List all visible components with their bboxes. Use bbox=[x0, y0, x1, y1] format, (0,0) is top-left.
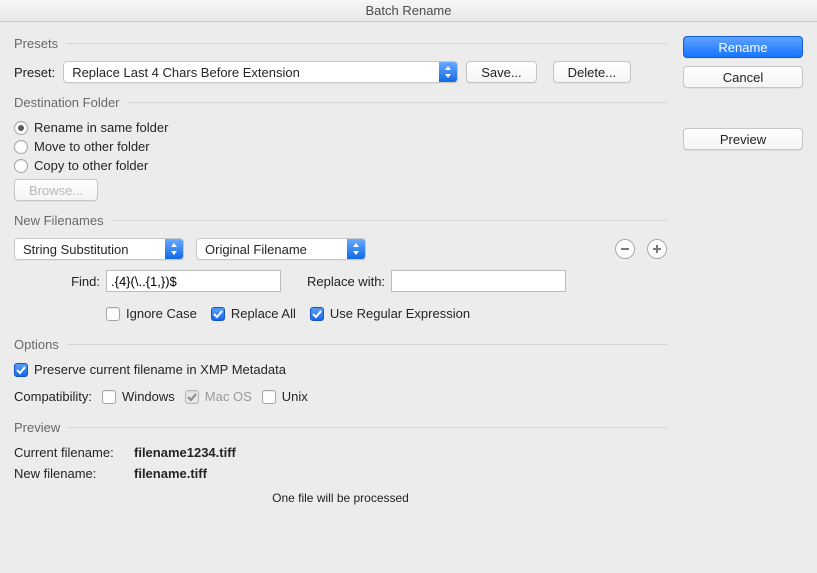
select-arrows-icon bbox=[439, 62, 457, 82]
radio-rename-same[interactable]: Rename in same folder bbox=[14, 120, 667, 135]
plus-icon bbox=[652, 244, 662, 254]
new-filename-value: filename.tiff bbox=[134, 466, 207, 481]
divider bbox=[66, 43, 667, 44]
checkbox-icon bbox=[310, 307, 324, 321]
divider bbox=[67, 344, 667, 345]
preset-select[interactable]: Replace Last 4 Chars Before Extension bbox=[63, 61, 458, 83]
checkbox-icon bbox=[262, 390, 276, 404]
checkbox-label: Replace All bbox=[231, 306, 296, 321]
checkbox-label: Ignore Case bbox=[126, 306, 197, 321]
current-filename-value: filename1234.tiff bbox=[134, 445, 236, 460]
divider bbox=[128, 102, 668, 103]
compat-mac-checkbox: Mac OS bbox=[185, 389, 252, 404]
current-filename-label: Current filename: bbox=[14, 445, 134, 460]
minus-icon bbox=[620, 244, 630, 254]
new-filenames-group: New Filenames String Substitution Origin… bbox=[14, 213, 667, 325]
operation-select[interactable]: String Substitution bbox=[14, 238, 184, 260]
use-regex-checkbox[interactable]: Use Regular Expression bbox=[310, 306, 470, 321]
preview-group: Preview Current filename: filename1234.t… bbox=[14, 420, 667, 505]
radio-label: Copy to other folder bbox=[34, 158, 148, 173]
radio-icon bbox=[14, 121, 28, 135]
find-input[interactable] bbox=[106, 270, 281, 292]
destination-group: Destination Folder Rename in same folder… bbox=[14, 95, 667, 201]
select-arrows-icon bbox=[347, 239, 365, 259]
options-heading: Options bbox=[14, 337, 59, 352]
new-filenames-heading: New Filenames bbox=[14, 213, 104, 228]
radio-move[interactable]: Move to other folder bbox=[14, 139, 667, 154]
window-title: Batch Rename bbox=[0, 0, 817, 22]
checkbox-icon bbox=[211, 307, 225, 321]
compat-unix-checkbox[interactable]: Unix bbox=[262, 389, 308, 404]
select-arrows-icon bbox=[165, 239, 183, 259]
compat-windows-checkbox[interactable]: Windows bbox=[102, 389, 175, 404]
preset-select-value: Replace Last 4 Chars Before Extension bbox=[64, 65, 439, 80]
checkbox-label: Unix bbox=[282, 389, 308, 404]
source-select-value: Original Filename bbox=[197, 242, 347, 257]
radio-icon bbox=[14, 140, 28, 154]
destination-heading: Destination Folder bbox=[14, 95, 120, 110]
radio-icon bbox=[14, 159, 28, 173]
rename-button[interactable]: Rename bbox=[683, 36, 803, 58]
checkbox-label: Use Regular Expression bbox=[330, 306, 470, 321]
replace-input[interactable] bbox=[391, 270, 566, 292]
presets-heading: Presets bbox=[14, 36, 58, 51]
checkbox-label: Windows bbox=[122, 389, 175, 404]
divider bbox=[112, 220, 667, 221]
presets-group: Presets Preset: Replace Last 4 Chars Bef… bbox=[14, 36, 667, 83]
source-select[interactable]: Original Filename bbox=[196, 238, 366, 260]
divider bbox=[68, 427, 667, 428]
replace-all-checkbox[interactable]: Replace All bbox=[211, 306, 296, 321]
checkbox-icon bbox=[185, 390, 199, 404]
ignore-case-checkbox[interactable]: Ignore Case bbox=[106, 306, 197, 321]
new-filename-label: New filename: bbox=[14, 466, 134, 481]
preview-button[interactable]: Preview bbox=[683, 128, 803, 150]
operation-select-value: String Substitution bbox=[15, 242, 165, 257]
preview-heading: Preview bbox=[14, 420, 60, 435]
checkbox-label: Preserve current filename in XMP Metadat… bbox=[34, 362, 286, 377]
status-text: One file will be processed bbox=[14, 491, 667, 505]
radio-copy[interactable]: Copy to other folder bbox=[14, 158, 667, 173]
radio-label: Move to other folder bbox=[34, 139, 150, 154]
browse-button: Browse... bbox=[14, 179, 98, 201]
options-group: Options Preserve current filename in XMP… bbox=[14, 337, 667, 408]
radio-label: Rename in same folder bbox=[34, 120, 168, 135]
delete-preset-button[interactable]: Delete... bbox=[553, 61, 631, 83]
preset-label: Preset: bbox=[14, 65, 55, 80]
compatibility-label: Compatibility: bbox=[14, 389, 92, 404]
replace-label: Replace with: bbox=[307, 274, 385, 289]
checkbox-icon bbox=[106, 307, 120, 321]
save-preset-button[interactable]: Save... bbox=[466, 61, 536, 83]
preserve-xmp-checkbox[interactable]: Preserve current filename in XMP Metadat… bbox=[14, 362, 667, 377]
checkbox-label: Mac OS bbox=[205, 389, 252, 404]
find-label: Find: bbox=[64, 274, 100, 289]
checkbox-icon bbox=[102, 390, 116, 404]
add-row-button[interactable] bbox=[647, 239, 667, 259]
cancel-button[interactable]: Cancel bbox=[683, 66, 803, 88]
remove-row-button[interactable] bbox=[615, 239, 635, 259]
checkbox-icon bbox=[14, 363, 28, 377]
